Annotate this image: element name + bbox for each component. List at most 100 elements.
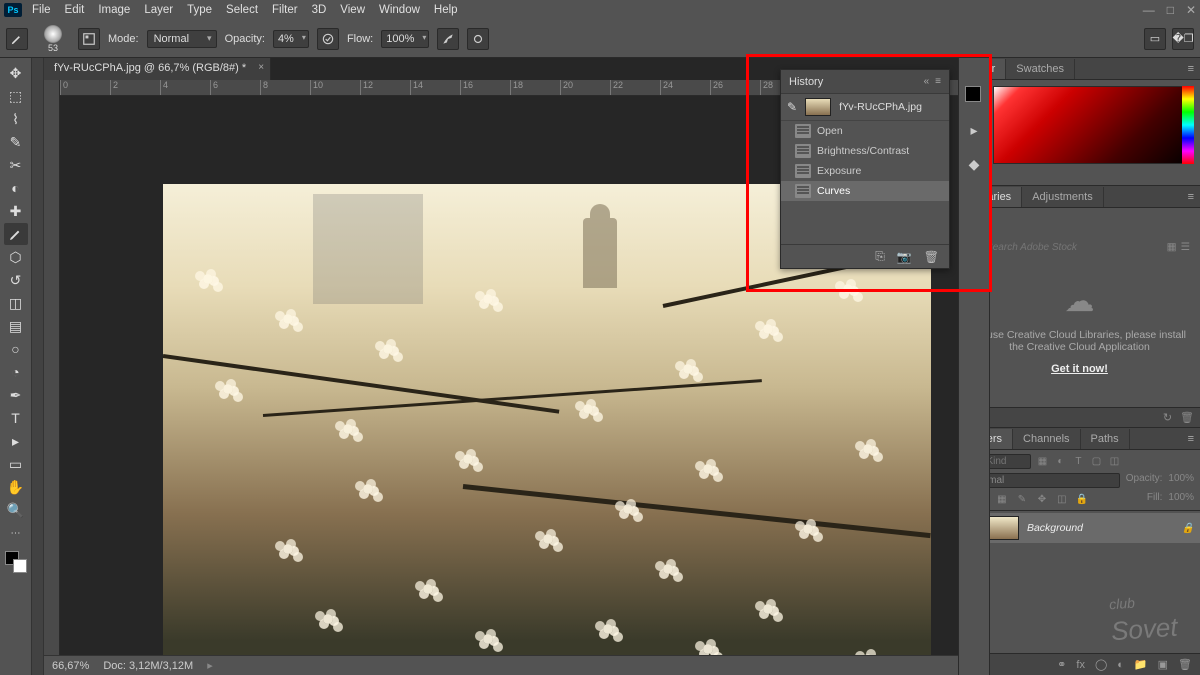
zoom-level[interactable]: 66,67% [52, 660, 89, 672]
pressure-size-icon[interactable] [467, 28, 489, 50]
eraser-tool[interactable]: ◫ [4, 292, 28, 314]
menu-type[interactable]: Type [187, 4, 212, 16]
stamp-tool[interactable]: ⬡ [4, 246, 28, 268]
opacity-input[interactable]: 4% [273, 30, 309, 48]
menu-file[interactable]: File [32, 4, 51, 16]
hand-tool[interactable]: ✋ [4, 476, 28, 498]
menu-help[interactable]: Help [434, 4, 458, 16]
edit-toolbar-icon[interactable]: ⋯ [4, 522, 28, 544]
layer-background[interactable]: 👁 Background 🔒 [959, 513, 1200, 543]
get-it-now-link[interactable]: Get it now! [1051, 363, 1108, 375]
move-tool[interactable]: ✥ [4, 62, 28, 84]
flow-input[interactable]: 100% [381, 30, 429, 48]
type-tool[interactable]: T [4, 407, 28, 429]
dock-collapsed[interactable] [32, 58, 44, 675]
color-swatches[interactable] [5, 551, 27, 573]
history-snapshot[interactable]: ✎ fYv-RUcCPhA.jpg [781, 94, 949, 121]
doc-size[interactable]: Doc: 3,12M/3,12M [103, 660, 193, 672]
screenmode-icon[interactable]: �❐ [1172, 28, 1194, 50]
menu-3d[interactable]: 3D [312, 4, 327, 16]
color-panel-menu-icon[interactable]: ≡ [1182, 59, 1200, 79]
grid-view-icon[interactable]: ▦ [1167, 241, 1177, 253]
hue-slider[interactable] [1182, 86, 1194, 164]
tab-adjustments[interactable]: Adjustments [1022, 187, 1104, 207]
document-tab[interactable]: fYv-RUcCPhA.jpg @ 66,7% (RGB/8#) * × [44, 58, 271, 80]
history-item-curves[interactable]: Curves [781, 181, 949, 201]
delete-layer-icon[interactable]: 🗑 [1178, 658, 1192, 671]
filter-adjust-icon[interactable]: ◐ [1053, 455, 1067, 469]
new-layer-icon[interactable]: ▣ [1158, 658, 1168, 671]
blur-tool[interactable]: ○ [4, 338, 28, 360]
panel-menu-icon[interactable]: ≡ [935, 76, 941, 87]
quick-select-tool[interactable]: ✎ [4, 131, 28, 153]
marquee-tool[interactable]: ⬚ [4, 85, 28, 107]
pressure-opacity-icon[interactable] [317, 28, 339, 50]
path-select-tool[interactable]: ▸ [4, 430, 28, 452]
filter-smart-icon[interactable]: ◫ [1107, 455, 1121, 469]
ruler-vertical[interactable] [44, 80, 60, 675]
properties-strip-icon[interactable]: ◆ [964, 154, 984, 174]
menu-layer[interactable]: Layer [144, 4, 173, 16]
lock-transparency-icon[interactable]: ▦ [995, 492, 1009, 506]
eyedropper-tool[interactable]: ◐ [4, 177, 28, 199]
dodge-tool[interactable]: ◔ [4, 361, 28, 383]
stock-search-input[interactable] [986, 242, 1163, 253]
group-icon[interactable]: 📁 [1134, 658, 1148, 671]
layers-panel-menu-icon[interactable]: ≡ [1182, 429, 1200, 449]
lock-artboard-icon[interactable]: ◫ [1055, 492, 1069, 506]
list-view-icon[interactable]: ☰ [1181, 241, 1190, 253]
shape-tool[interactable]: ▭ [4, 453, 28, 475]
lib-sync-icon[interactable]: ↻ [1163, 411, 1172, 424]
tab-paths[interactable]: Paths [1081, 429, 1130, 449]
filter-type-icon[interactable]: T [1071, 455, 1085, 469]
gradient-tool[interactable]: ▤ [4, 315, 28, 337]
brush-panel-icon[interactable] [78, 28, 100, 50]
menu-view[interactable]: View [340, 4, 365, 16]
lock-pixels-icon[interactable]: ✎ [1015, 492, 1029, 506]
crop-tool[interactable]: ✂ [4, 154, 28, 176]
link-layers-icon[interactable]: ⚭ [1057, 658, 1066, 671]
new-doc-from-state-icon[interactable]: ⎘ [875, 249, 885, 264]
color-picker[interactable] [993, 86, 1194, 164]
fg-swatch[interactable] [965, 86, 981, 102]
adjustment-layer-icon[interactable]: ◐ [1117, 659, 1124, 671]
menu-filter[interactable]: Filter [272, 4, 298, 16]
close-tab-icon[interactable]: × [258, 62, 264, 73]
tab-channels[interactable]: Channels [1013, 429, 1080, 449]
history-item-open[interactable]: Open [781, 121, 949, 141]
minimize-icon[interactable]: ― [1143, 3, 1155, 17]
background-color[interactable] [13, 559, 27, 573]
status-arrow-icon[interactable]: ▸ [207, 659, 213, 672]
brush-preview[interactable]: 53 [36, 24, 70, 54]
pen-tool[interactable]: ✒ [4, 384, 28, 406]
layer-thumbnail[interactable] [987, 516, 1019, 540]
layer-mask-icon[interactable]: ◯ [1095, 658, 1107, 671]
history-item-exposure[interactable]: Exposure [781, 161, 949, 181]
brush-tool[interactable] [4, 223, 28, 245]
lock-all-icon[interactable]: 🔒 [1075, 492, 1089, 506]
collapse-icon[interactable]: « [924, 76, 930, 87]
airbrush-icon[interactable] [437, 28, 459, 50]
lasso-tool[interactable]: ⌇ [4, 108, 28, 130]
lock-position-icon[interactable]: ✥ [1035, 492, 1049, 506]
close-icon[interactable]: ✕ [1186, 3, 1196, 17]
tab-swatches[interactable]: Swatches [1006, 59, 1075, 79]
tool-preset-icon[interactable] [6, 28, 28, 50]
menu-select[interactable]: Select [226, 4, 258, 16]
healing-tool[interactable]: ✚ [4, 200, 28, 222]
zoom-tool[interactable]: 🔍 [4, 499, 28, 521]
lib-trash-icon[interactable]: 🗑 [1180, 411, 1194, 424]
filter-shape-icon[interactable]: ▢ [1089, 455, 1103, 469]
menu-edit[interactable]: Edit [65, 4, 85, 16]
menu-image[interactable]: Image [98, 4, 130, 16]
maximize-icon[interactable]: □ [1167, 3, 1174, 17]
filter-pixel-icon[interactable]: ▦ [1035, 455, 1049, 469]
history-header[interactable]: History « ≡ [781, 70, 949, 94]
actions-strip-icon[interactable]: ▸ [964, 120, 984, 140]
history-brush-tool[interactable]: ↺ [4, 269, 28, 291]
lib-panel-menu-icon[interactable]: ≡ [1182, 187, 1200, 207]
new-snapshot-icon[interactable]: 📷 [897, 250, 912, 264]
quickmask-icon[interactable]: ▭ [1144, 28, 1166, 50]
history-item-brightness[interactable]: Brightness/Contrast [781, 141, 949, 161]
menu-window[interactable]: Window [379, 4, 420, 16]
